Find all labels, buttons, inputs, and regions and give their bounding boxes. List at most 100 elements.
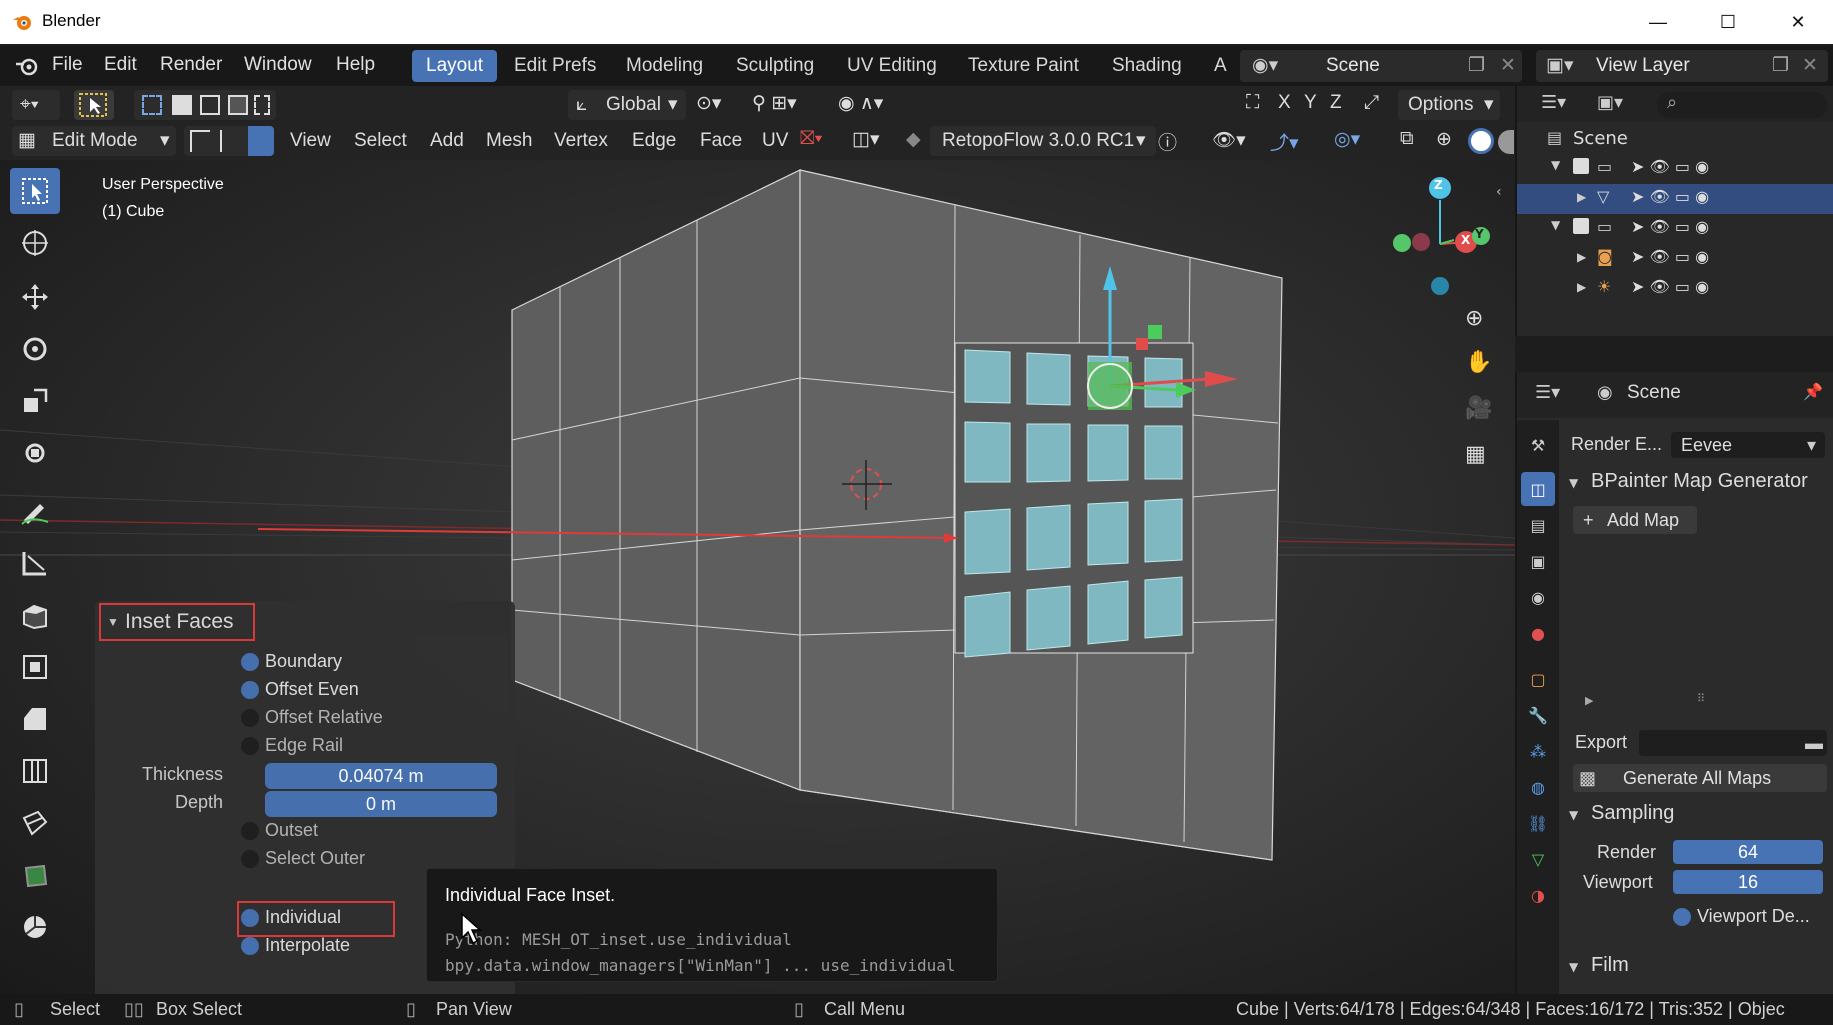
row-icons[interactable]: ➤ 👁 ▭ ◉ xyxy=(1631,247,1709,266)
outliner-row-collection-1[interactable]: ▼ ▭ ➤ 👁 ▭ ◉ xyxy=(1517,154,1833,184)
expand-arrow-icon[interactable]: ▶ xyxy=(1577,250,1586,264)
tab-output[interactable]: ▤ xyxy=(1521,508,1555,542)
row-icons[interactable]: ➤ 👁 ▭ ◉ xyxy=(1631,217,1709,236)
option-individual[interactable]: Individual xyxy=(241,907,341,928)
menu-mesh[interactable]: Mesh xyxy=(486,130,532,152)
tab-view-layer[interactable]: ▣ xyxy=(1521,544,1555,578)
option-offset-relative[interactable]: Offset Relative xyxy=(241,707,383,728)
operator-panel-header[interactable]: ▼ Inset Faces xyxy=(99,603,255,641)
vertex-select-icon[interactable] xyxy=(190,130,210,152)
tool-move[interactable] xyxy=(10,274,60,320)
row-icons[interactable]: ➤ 👁 ▭ ◉ xyxy=(1631,187,1709,206)
render-engine-dropdown[interactable]: Eevee ▾ xyxy=(1671,432,1825,458)
tab-modifiers[interactable]: 🔧 xyxy=(1521,698,1555,732)
depth-field[interactable]: 0 m xyxy=(265,791,497,817)
expand-arrow-icon[interactable]: ▶ xyxy=(1577,280,1586,294)
scene-selector[interactable]: ◉▾ Scene ❐ ✕ xyxy=(1240,50,1522,82)
bpainter-panel-title[interactable]: BPainter Map Generator xyxy=(1591,470,1808,493)
tab-material[interactable]: ◑ xyxy=(1521,878,1555,912)
viewport-denoise-checkbox[interactable]: Viewport De... xyxy=(1673,906,1823,930)
overlay-toggle-icon[interactable]: ◎▾ xyxy=(1334,128,1360,151)
outliner[interactable]: ☰▾ ▣▾ ⌕ ▤ Scene ▼ ▭ ➤ 👁 ▭ ◉ ▶ ▽ ➤ 👁 ▭ ◉ … xyxy=(1515,86,1833,336)
tool-cursor[interactable] xyxy=(10,220,60,266)
editor-type-dropdown[interactable]: ⌖▾ xyxy=(12,90,60,120)
gizmo-toggle-icon[interactable]: ⤴▾ xyxy=(1270,128,1299,155)
proportional-edit-icon[interactable]: ◉ ∧▾ xyxy=(838,92,883,115)
menu-help[interactable]: Help xyxy=(336,54,375,76)
auto-merge-icon[interactable]: ⤢ xyxy=(1364,92,1379,114)
tool-measure[interactable] xyxy=(10,540,60,586)
checkbox-icon[interactable] xyxy=(1573,218,1589,234)
ortho-grid-icon[interactable]: ▦ xyxy=(1465,442,1486,467)
mirror-icon[interactable]: ⛶ xyxy=(1246,92,1259,114)
visibility-icon[interactable]: 👁▾ xyxy=(1212,128,1246,152)
viewport-samples-field[interactable]: 16 xyxy=(1673,870,1823,894)
row-icons[interactable]: ➤ 👁 ▭ ◉ xyxy=(1631,277,1709,296)
menu-face[interactable]: Face xyxy=(700,130,742,152)
generate-all-maps-button[interactable]: ▩ Generate All Maps xyxy=(1573,764,1827,792)
uv-sync-icon[interactable]: ⛝▾ xyxy=(800,128,822,150)
minimize-button[interactable]: — xyxy=(1623,0,1693,44)
tool-select-box[interactable] xyxy=(10,168,60,214)
blender-menu-icon[interactable] xyxy=(14,55,40,77)
outliner-row-cube[interactable]: ▶ ▽ ➤ 👁 ▭ ◉ xyxy=(1517,184,1833,214)
tab-layout[interactable]: Layout xyxy=(412,50,498,82)
close-button[interactable]: ✕ xyxy=(1763,0,1833,44)
edge-select-icon[interactable] xyxy=(220,130,240,152)
expand-arrow-icon[interactable]: ▶ xyxy=(1577,190,1586,204)
tab-object[interactable]: ▢ xyxy=(1521,662,1555,696)
pivot-point-icon[interactable]: ⊙▾ xyxy=(696,92,721,115)
tab-physics[interactable]: ◍ xyxy=(1521,770,1555,804)
tab-modeling[interactable]: Modeling xyxy=(612,50,717,82)
face-select-icon[interactable] xyxy=(248,126,274,156)
tab-sculpting[interactable]: Sculpting xyxy=(722,50,828,82)
tab-tool[interactable]: ⚒ xyxy=(1521,428,1555,462)
option-outset[interactable]: Outset xyxy=(241,820,318,841)
tool-loop-cut[interactable] xyxy=(10,748,60,794)
tab-data[interactable]: ▽ xyxy=(1521,842,1555,876)
tab-scene[interactable]: ◉ xyxy=(1521,580,1555,614)
retopoflow-dropdown[interactable]: RetopoFlow 3.0.0 RC1 ▾ xyxy=(930,126,1156,156)
menu-file[interactable]: File xyxy=(52,54,83,76)
film-panel-title[interactable]: Film xyxy=(1591,954,1629,977)
outliner-row-collection-2[interactable]: ▼ ▭ ➤ 👁 ▭ ◉ xyxy=(1517,214,1833,244)
thickness-field[interactable]: 0.04074 m xyxy=(265,763,497,789)
editor-type-icon[interactable]: ☰▾ xyxy=(1535,382,1560,403)
option-edge-rail[interactable]: Edge Rail xyxy=(241,735,343,756)
options-dropdown[interactable]: Options ▾ xyxy=(1398,90,1500,120)
menu-vertex[interactable]: Vertex xyxy=(554,130,608,152)
display-mode-icon[interactable]: ☰▾ xyxy=(1541,92,1566,113)
add-map-button[interactable]: + Add Map xyxy=(1573,506,1697,534)
menu-window[interactable]: Window xyxy=(244,54,312,76)
maximize-button[interactable]: ☐ xyxy=(1693,0,1763,44)
uv-select-mode-icon[interactable]: ◫▾ xyxy=(852,128,880,151)
menu-view[interactable]: View xyxy=(290,130,331,152)
wireframe-shading-icon[interactable]: ⊕ xyxy=(1436,128,1452,151)
tool-extrude[interactable] xyxy=(10,592,60,638)
select-extend-icon[interactable] xyxy=(172,95,192,115)
zoom-icon[interactable]: ⊕ xyxy=(1465,306,1483,331)
tab-constraints[interactable]: ⛓ xyxy=(1521,806,1555,840)
solid-shading-icon[interactable] xyxy=(1468,128,1494,154)
tool-annotate[interactable] xyxy=(10,488,60,534)
pan-hand-icon[interactable]: ✋ xyxy=(1465,350,1492,375)
tool-inset[interactable] xyxy=(10,644,60,690)
tab-particles[interactable]: ⁂ xyxy=(1521,734,1555,768)
xray-toggle-icon[interactable]: ⧉ xyxy=(1400,128,1414,150)
camera-view-icon[interactable]: 🎥 xyxy=(1465,396,1492,421)
mode-dropdown[interactable]: ▦ Edit Mode ▾ xyxy=(12,126,176,156)
tool-bevel[interactable] xyxy=(10,696,60,742)
select-subtract-icon[interactable] xyxy=(200,95,220,115)
tab-uv-editing[interactable]: UV Editing xyxy=(833,50,951,82)
tool-spin[interactable] xyxy=(10,904,60,950)
outliner-row-camera[interactable]: ▶ ◙ ➤ 👁 ▭ ◉ xyxy=(1517,244,1833,274)
panel-collapse-icon[interactable]: ▼ xyxy=(1569,960,1578,974)
tab-more[interactable]: A xyxy=(1200,50,1241,82)
tab-world[interactable]: ● xyxy=(1521,616,1555,650)
select-intersect-icon[interactable] xyxy=(254,95,270,115)
menu-edge[interactable]: Edge xyxy=(632,130,676,152)
material-shading-icon[interactable] xyxy=(1498,130,1514,154)
tool-transform[interactable] xyxy=(10,430,60,476)
tab-shading[interactable]: Shading xyxy=(1098,50,1196,82)
export-path-input[interactable]: ▬ xyxy=(1639,730,1827,756)
